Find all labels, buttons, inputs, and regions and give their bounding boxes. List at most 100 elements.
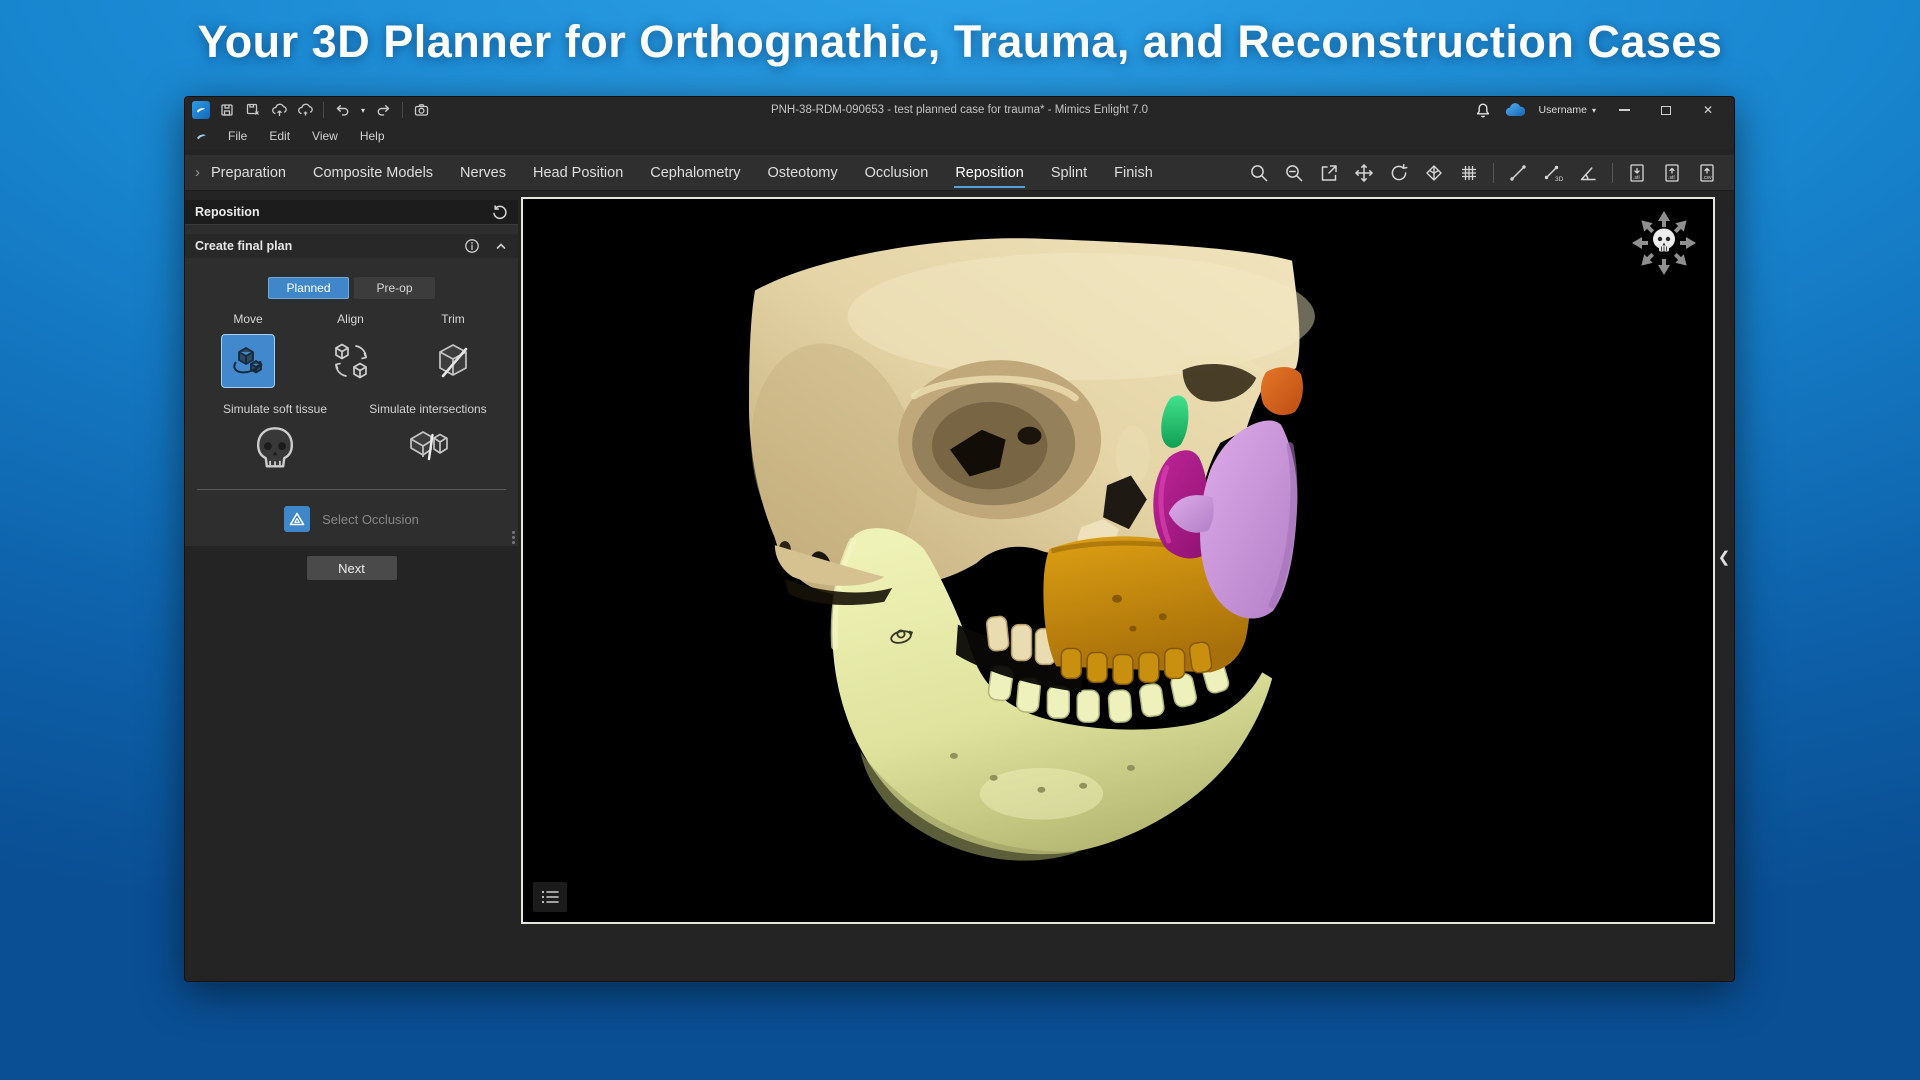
tab-nerves[interactable]: Nerves: [459, 158, 507, 188]
reset-icon[interactable]: [491, 204, 508, 221]
trim-label: Trim: [441, 312, 465, 326]
sync-button[interactable]: [294, 100, 316, 120]
frontal-segment-mesh: [1261, 367, 1303, 415]
grid-button[interactable]: [1456, 160, 1482, 186]
maximize-button[interactable]: [1652, 106, 1680, 115]
simulation-buttons: Simulate soft tissue Simulate intersecti…: [185, 402, 518, 475]
tab-reposition[interactable]: Reposition: [954, 158, 1025, 188]
select-occlusion-label: Select Occlusion: [322, 512, 419, 527]
tab-preparation[interactable]: Preparation: [210, 158, 287, 188]
cloud-icon: [1505, 103, 1525, 117]
rotate-icon: [1388, 162, 1410, 184]
simulate-soft-tissue-button[interactable]: [253, 425, 297, 475]
align-tool-button[interactable]: [324, 334, 378, 388]
section-title: Create final plan: [195, 239, 292, 253]
app-logo-button[interactable]: [190, 100, 212, 120]
save-icon: [219, 102, 235, 118]
nasal-bone: [1116, 426, 1150, 486]
menu-view[interactable]: View: [310, 127, 340, 145]
app-window: ▾ PNH-38-RDM-090653 - test planned case …: [184, 96, 1735, 982]
menu-file[interactable]: File: [226, 127, 249, 145]
upload-button[interactable]: [268, 100, 290, 120]
measure-angle-icon: [1577, 162, 1599, 184]
close-button[interactable]: ✕: [1694, 103, 1722, 117]
camera-icon: [413, 102, 430, 118]
plan-state-toggle: Planned Pre-op: [185, 277, 518, 299]
tab-splint[interactable]: Splint: [1050, 158, 1088, 188]
3d-viewport[interactable]: [521, 197, 1715, 924]
measure-distance-3d-button[interactable]: 3D: [1540, 160, 1566, 186]
divider: [1493, 163, 1494, 183]
rotate-view-button[interactable]: [1386, 160, 1412, 186]
mirror-button[interactable]: [1421, 160, 1447, 186]
measure-angle-button[interactable]: [1575, 160, 1601, 186]
left-panel: Reposition Create final plan Planned Pre…: [185, 200, 518, 580]
select-occlusion-button[interactable]: [284, 506, 310, 532]
titlebar: ▾ PNH-38-RDM-090653 - test planned case …: [185, 97, 1734, 123]
measure-distance-button[interactable]: [1505, 160, 1531, 186]
maximize-icon: [1661, 106, 1671, 115]
align-label: Align: [337, 312, 364, 326]
tab-occlusion[interactable]: Occlusion: [864, 158, 930, 188]
export-stl-badge: .stl: [1668, 175, 1675, 181]
screenshot-button[interactable]: [410, 100, 432, 120]
redo-button[interactable]: [373, 100, 395, 120]
page-title: Your 3D Planner for Orthognathic, Trauma…: [0, 16, 1920, 68]
model-list-button[interactable]: [533, 882, 567, 912]
align-tool-icon: [328, 338, 374, 384]
trim-tool-icon: [430, 338, 476, 384]
workflow-bar: › Preparation Composite Models Nerves He…: [185, 155, 1734, 191]
export-csv-button[interactable]: .csv: [1694, 160, 1720, 186]
tab-cephalometry[interactable]: Cephalometry: [649, 158, 741, 188]
import-stl-icon: .stl: [1626, 162, 1648, 184]
simulate-intersections-button[interactable]: [403, 425, 453, 471]
planned-button[interactable]: Planned: [268, 277, 349, 299]
tab-head-position[interactable]: Head Position: [532, 158, 624, 188]
undo-button[interactable]: [331, 100, 353, 120]
next-button[interactable]: Next: [307, 556, 397, 580]
orbit-foramen: [1018, 427, 1042, 445]
zoom-out-button[interactable]: [1281, 160, 1307, 186]
menu-help[interactable]: Help: [358, 127, 387, 145]
tab-osteotomy[interactable]: Osteotomy: [767, 158, 839, 188]
pan-button[interactable]: [1351, 160, 1377, 186]
workflow-tabs: Preparation Composite Models Nerves Head…: [210, 158, 1154, 188]
info-icon[interactable]: [464, 238, 480, 254]
measure-3d-badge: 3D: [1555, 176, 1564, 183]
collapse-section-icon[interactable]: [494, 239, 508, 253]
cloud-status-button[interactable]: [1505, 103, 1525, 117]
cloud-sync-icon: [297, 102, 314, 118]
save-button[interactable]: [216, 100, 238, 120]
zoom-in-button[interactable]: [1246, 160, 1272, 186]
divider: [402, 102, 403, 118]
import-stl-button[interactable]: .stl: [1624, 160, 1650, 186]
notifications-button[interactable]: [1475, 102, 1491, 119]
orientation-widget[interactable]: [1629, 208, 1699, 278]
menu-edit[interactable]: Edit: [267, 127, 292, 145]
chin-highlight: [980, 768, 1103, 820]
zoom-in-icon: [1248, 162, 1270, 184]
tab-composite-models[interactable]: Composite Models: [312, 158, 434, 188]
save-as-button[interactable]: [242, 100, 264, 120]
tab-finish[interactable]: Finish: [1113, 158, 1154, 188]
minimize-button[interactable]: [1610, 109, 1638, 111]
orientation-skull-icon: [1653, 229, 1675, 252]
panel-scrollbar[interactable]: [512, 531, 515, 544]
user-menu[interactable]: Username ▾: [1539, 104, 1596, 116]
cloud-upload-icon: [271, 102, 288, 118]
split-cube-icon: [403, 425, 453, 471]
export-stl-button[interactable]: .stl: [1659, 160, 1685, 186]
undo-history-button[interactable]: ▾: [357, 100, 369, 120]
move-tool-button[interactable]: [221, 334, 275, 388]
pop-out-view-button[interactable]: [1316, 160, 1342, 186]
move-label: Move: [233, 312, 262, 326]
export-stl-icon: .stl: [1661, 162, 1683, 184]
expand-right-panel-button[interactable]: ❮: [1716, 545, 1732, 569]
minimize-icon: [1619, 109, 1630, 111]
pre-op-button[interactable]: Pre-op: [354, 277, 435, 299]
trim-tool-button[interactable]: [426, 334, 480, 388]
divider: [197, 489, 506, 490]
chevron-left-icon: ❮: [1718, 548, 1731, 566]
pop-out-icon: [1318, 162, 1340, 184]
redo-icon: [376, 102, 392, 118]
